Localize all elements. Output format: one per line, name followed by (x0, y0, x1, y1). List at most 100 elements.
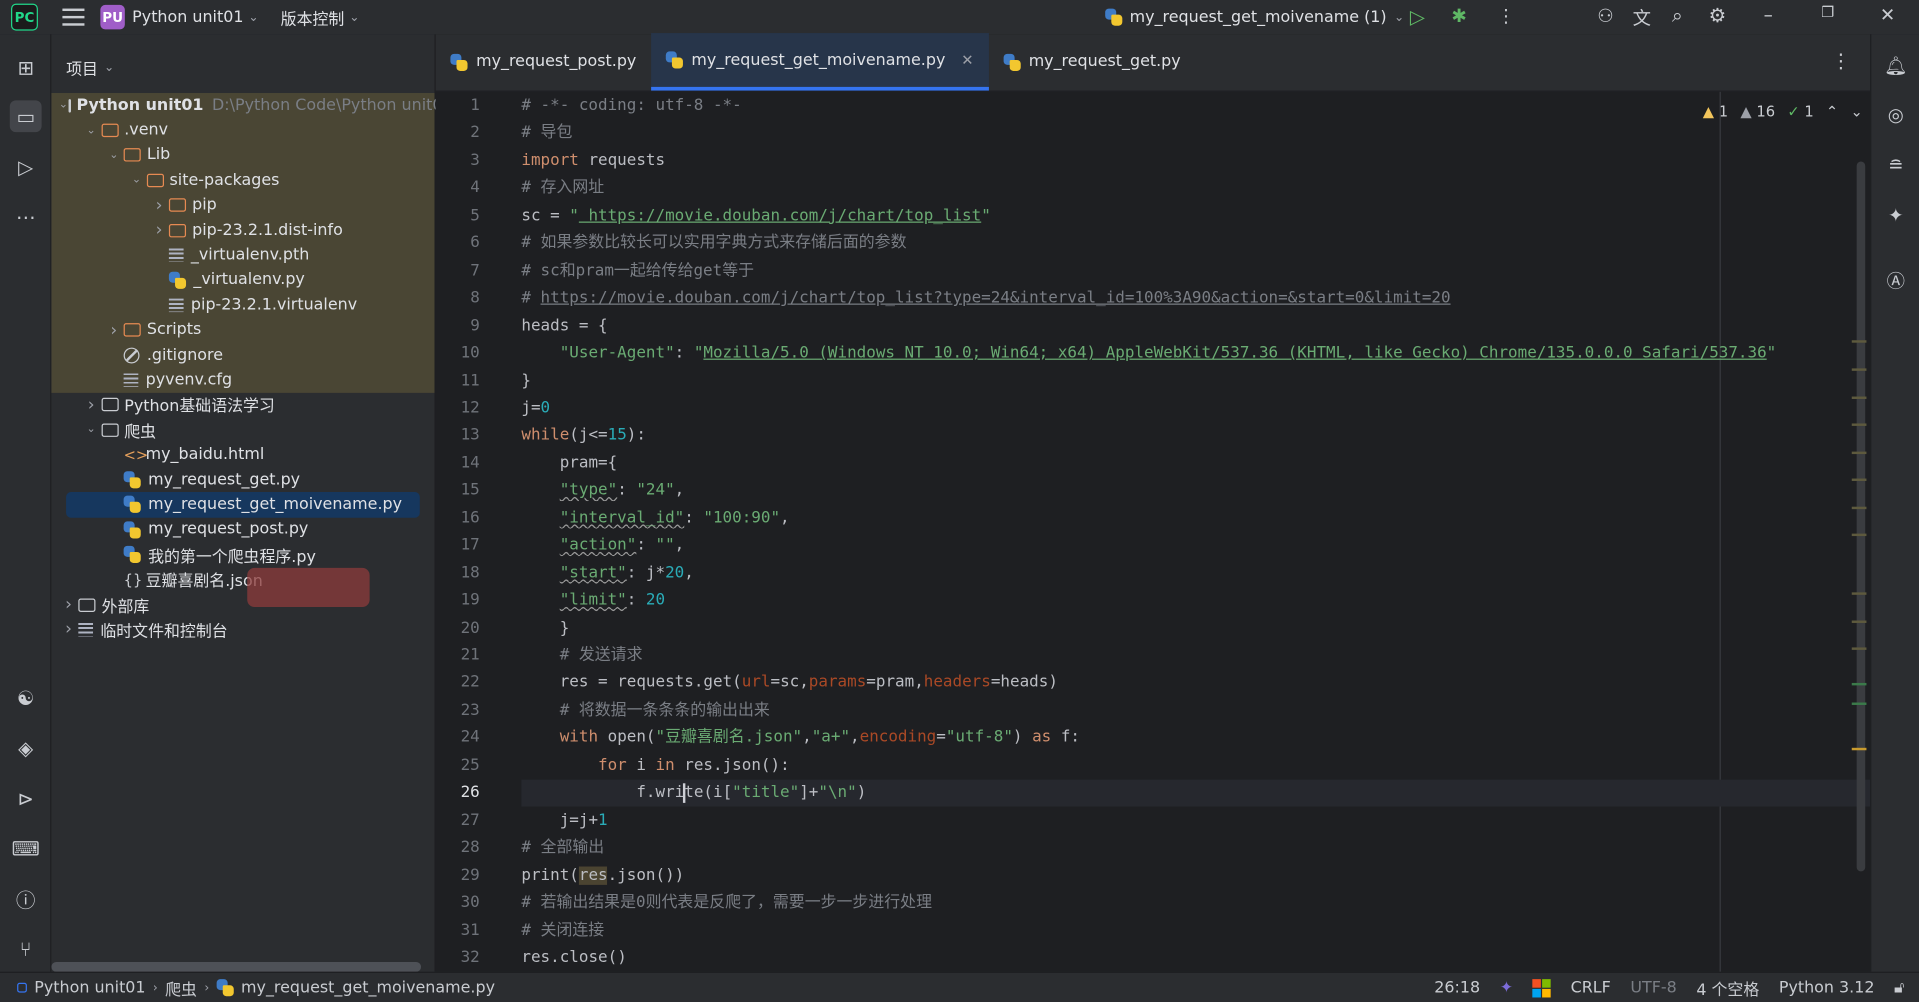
caret-position[interactable]: 26:18 (1434, 979, 1480, 997)
run-config-selector[interactable]: my_request_get_moivename (1) ⌄ (1105, 0, 1404, 34)
code-line[interactable]: "start": j*20, (521, 560, 694, 587)
code-line[interactable]: print(res.json()) (521, 862, 684, 889)
code-line[interactable]: # -*- coding: utf-8 -*- (521, 93, 741, 120)
vcs-menu[interactable]: 版本控制 ⌄ (281, 6, 360, 29)
tree-item[interactable]: › pip-23.2.1.dist-info (51, 218, 434, 243)
code-line[interactable]: "action": "", (521, 533, 685, 560)
tree-item[interactable]: › 临时文件和控制台 (51, 617, 434, 642)
chevron-down-icon[interactable]: ⌄ (81, 424, 101, 436)
python-packages-icon[interactable]: ◈ (10, 732, 42, 764)
code-editor[interactable]: # -*- coding: utf-8 -*- # 导包 import reques… (521, 92, 1919, 972)
code-line[interactable]: while(j<=15): (521, 423, 646, 450)
horizontal-scrollbar[interactable] (51, 961, 422, 972)
chevron-down-icon[interactable]: ⌄ (59, 99, 68, 111)
code-line[interactable]: # 如果参数比较长可以实用字典方式来存储后面的参数 (521, 230, 906, 257)
tree-item[interactable]: _virtualenv.py (51, 268, 434, 293)
tree-item[interactable]: _virtualenv.pth (51, 243, 434, 268)
editor-tab[interactable]: my_request_post.py (436, 33, 651, 91)
code-line[interactable]: sc = " https://movie.douban.com/j/chart/… (521, 203, 990, 230)
code-line[interactable]: for i in res.json(): (521, 752, 790, 779)
tree-item[interactable]: pip-23.2.1.virtualenv (51, 293, 434, 318)
chevron-right-icon[interactable]: › (149, 196, 169, 216)
project-switcher[interactable]: Python unit01 ⌄ (132, 8, 258, 26)
chevron-down-icon[interactable]: ⌄ (127, 174, 147, 186)
file-encoding[interactable]: UTF-8 (1630, 979, 1676, 997)
vertical-scrollbar[interactable] (1856, 161, 1866, 872)
code-line[interactable]: with open("豆瓣喜剧名.json","a+",encoding="ut… (521, 725, 1080, 752)
tree-item[interactable]: ⌄ 爬虫 (51, 417, 434, 442)
tree-item[interactable]: .gitignore (51, 343, 434, 368)
code-line[interactable]: pram={ (521, 450, 617, 477)
chevron-right-icon[interactable]: › (149, 220, 169, 240)
tree-item[interactable]: › pip (51, 193, 434, 218)
main-menu-icon[interactable] (62, 8, 85, 26)
search-icon[interactable]: ⌕ (1672, 4, 1683, 28)
tree-item[interactable]: › Scripts (51, 318, 434, 343)
line-separator[interactable]: CRLF (1571, 979, 1611, 997)
chevron-right-icon[interactable]: › (104, 320, 124, 340)
tree-item[interactable]: › 外部库 (51, 592, 434, 617)
ai-assistant-icon[interactable]: ◎ (1881, 100, 1910, 129)
code-line[interactable]: # 存入网址 (521, 175, 604, 202)
code-line[interactable]: } (521, 368, 531, 395)
project-folder-icon[interactable]: ▭ (9, 100, 42, 133)
minimize-icon[interactable]: – (1764, 4, 1773, 26)
add-user-icon[interactable]: ⚇ (1597, 5, 1613, 27)
lock-icon[interactable]: 🔓︎ (1894, 979, 1904, 997)
chevron-up-icon[interactable]: ⌃ (1826, 103, 1838, 120)
close-tab-icon[interactable]: ✕ (961, 51, 973, 68)
more-actions-icon[interactable]: ⋮ (1497, 5, 1515, 27)
run-icon[interactable]: ▷ (1410, 5, 1425, 28)
code-line[interactable]: # 关闭连接 (521, 917, 604, 944)
plugin-icon[interactable]: ✦ (1881, 201, 1910, 230)
chevron-right-icon[interactable]: › (59, 620, 79, 640)
code-line[interactable]: f.write(i["title"]+"\n") (521, 780, 866, 807)
editor-tab[interactable]: my_request_get.py (988, 33, 1195, 91)
code-line[interactable]: # 发送请求 (521, 643, 643, 670)
settings-gear-icon[interactable]: ⚙ (1709, 4, 1727, 27)
chevron-right-icon[interactable]: › (59, 595, 79, 615)
code-line[interactable]: "limit": 20 (521, 588, 665, 615)
structure-icon[interactable]: ⊞ (10, 51, 42, 83)
chevron-down-icon[interactable]: ⌄ (1850, 103, 1862, 120)
breadcrumb-file[interactable]: my_request_get_moivename.py (241, 979, 495, 997)
code-line[interactable]: # 将数据一条条条的输出出来 (521, 697, 770, 724)
code-line[interactable]: "interval_id": "100:90", (521, 505, 790, 532)
tree-item[interactable]: pyvenv.cfg (51, 368, 434, 393)
code-line[interactable]: } (521, 615, 570, 642)
windows-logo-icon[interactable] (1532, 979, 1552, 998)
code-line[interactable]: res.close() (521, 945, 626, 972)
notifications-bell-icon[interactable]: 🔔︎ (1881, 51, 1910, 80)
code-line[interactable]: "User-Agent": "Mozilla/5.0 (Windows NT 1… (521, 340, 1777, 367)
database-icon[interactable]: ≘ (1881, 151, 1910, 180)
code-line[interactable]: heads = { (521, 313, 607, 340)
tree-item[interactable]: 我的第一个爬虫程序.py (51, 542, 434, 567)
tree-item[interactable]: ⌄ Lib (51, 143, 434, 168)
tree-item[interactable]: ⌄ site-packages (51, 168, 434, 193)
python-interpreter[interactable]: Python 3.12 (1779, 979, 1875, 997)
tree-item[interactable]: my_request_get_moivename.py (66, 492, 420, 518)
tree-item[interactable]: my_request_post.py (51, 517, 434, 542)
code-line[interactable]: # 全部输出 (521, 835, 604, 862)
project-panel-header[interactable]: 项目 ⌄ (51, 34, 434, 100)
tree-item[interactable]: › Python基础语法学习 (51, 392, 434, 417)
terminal-icon[interactable]: ⌨ (10, 832, 42, 864)
code-line[interactable]: res = requests.get(url=sc,params=pram,he… (521, 670, 1058, 697)
editor-tab[interactable]: my_request_get_moivename.py ✕ (651, 33, 989, 91)
tree-item[interactable]: {} 豆瓣喜剧名.json (51, 567, 434, 592)
chevron-down-icon[interactable]: ⌄ (104, 149, 124, 161)
debug-icon[interactable]: ✱ (1452, 5, 1467, 27)
more-tools-icon[interactable]: ⋯ (10, 201, 42, 233)
code-line[interactable]: # 导包 (521, 120, 572, 147)
code-line[interactable]: "type": "24", (521, 478, 685, 505)
indent-setting[interactable]: 4 个空格 (1696, 977, 1759, 1000)
sciview-icon[interactable]: Ⓐ (1881, 266, 1910, 295)
chevron-down-icon[interactable]: ⌄ (81, 124, 101, 136)
run-tool-icon[interactable]: ▷ (10, 151, 42, 183)
code-line[interactable]: j=j+1 (521, 807, 608, 834)
translate-icon[interactable]: 文 (1633, 5, 1651, 31)
breadcrumb-folder[interactable]: 爬虫 (165, 976, 197, 999)
code-line[interactable]: j=0 (521, 395, 550, 422)
code-line[interactable]: # sc和pram一起给传给get等于 (521, 258, 754, 285)
services-icon[interactable]: ⊳ (10, 782, 42, 814)
